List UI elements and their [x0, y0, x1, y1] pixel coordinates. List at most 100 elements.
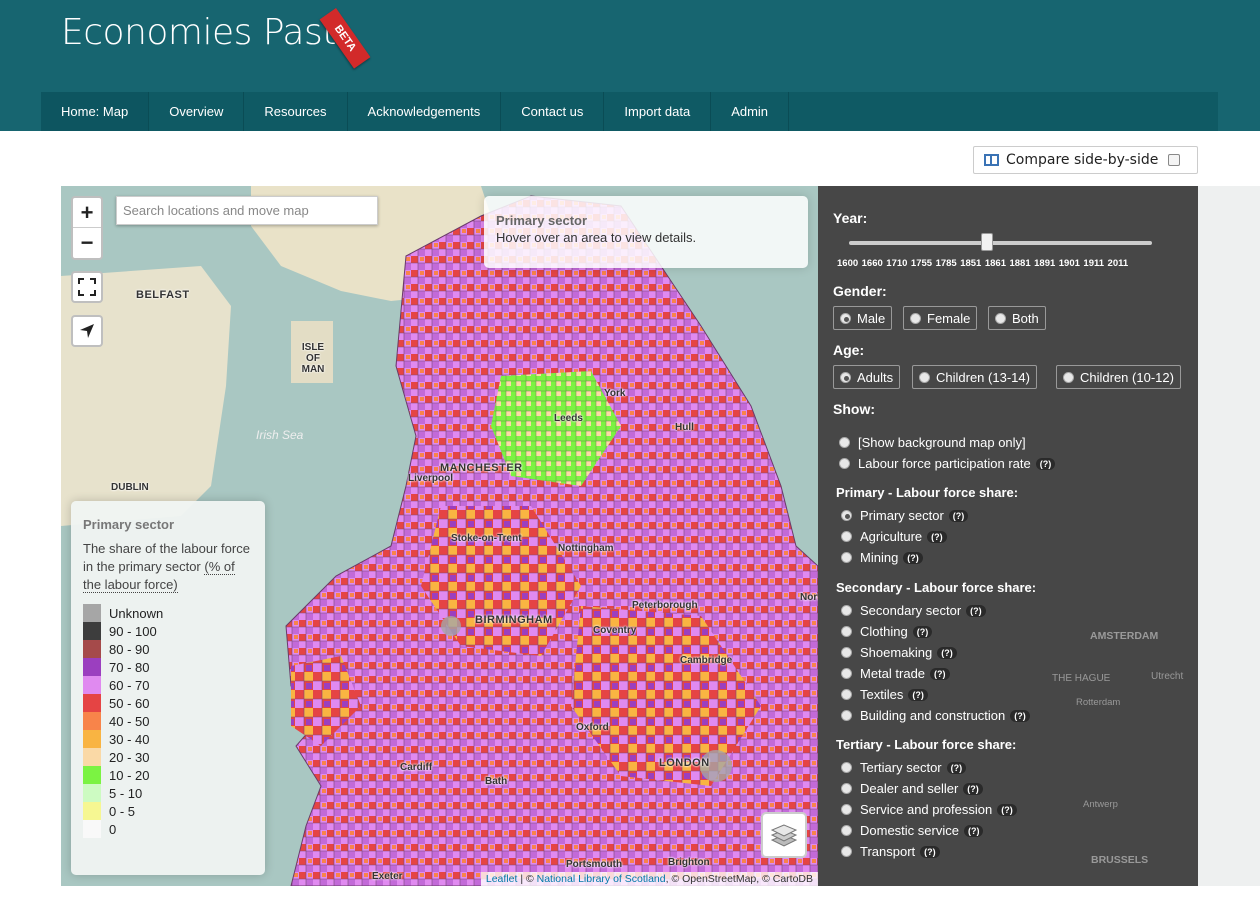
year-tick-label[interactable]: 1785: [936, 258, 957, 269]
participation-rate-option[interactable]: Labour force participation rate (?): [839, 456, 1056, 471]
tertiary-radio[interactable]: [841, 762, 852, 773]
help-icon[interactable]: (?): [912, 625, 933, 638]
tertiary-option[interactable]: Domestic service (?): [841, 823, 984, 838]
layers-button[interactable]: [761, 812, 807, 858]
age-children-10-12-radio[interactable]: [1063, 371, 1074, 383]
help-icon[interactable]: (?): [963, 782, 983, 795]
nav-resources[interactable]: Resources: [244, 92, 348, 131]
tertiary-option[interactable]: Service and profession (?): [841, 802, 1017, 817]
map-view[interactable]: BELFAST ISLE OF MAN Irish Sea DUBLIN Yor…: [61, 186, 818, 886]
tertiary-radio[interactable]: [841, 804, 852, 815]
controls-panel: Year: 1600 1660 1710 1755 1785 1851 1861 1881 18…: [818, 186, 1198, 886]
locate-button[interactable]: [71, 315, 103, 347]
help-icon[interactable]: (?): [920, 845, 940, 858]
secondary-radio[interactable]: [841, 605, 852, 616]
legend-item: Unknown: [83, 604, 253, 622]
location-search-input[interactable]: Search locations and move map: [116, 196, 378, 225]
tertiary-radio[interactable]: [841, 783, 852, 794]
participation-rate-radio[interactable]: [839, 458, 850, 469]
year-tick-label[interactable]: 1881: [1009, 258, 1030, 269]
zoom-in-button[interactable]: +: [73, 198, 101, 228]
secondary-option[interactable]: Clothing (?): [841, 624, 933, 639]
help-icon[interactable]: (?): [997, 803, 1017, 816]
primary-option[interactable]: Mining (?): [841, 550, 923, 565]
primary-radio[interactable]: [841, 510, 852, 521]
secondary-radio[interactable]: [841, 647, 852, 658]
secondary-option[interactable]: Metal trade (?): [841, 666, 950, 681]
tertiary-radio[interactable]: [841, 825, 852, 836]
compare-side-by-side-toggle[interactable]: Compare side-by-side: [973, 146, 1198, 174]
tertiary-radio[interactable]: [841, 846, 852, 857]
gender-male-option[interactable]: Male: [833, 306, 893, 330]
help-icon[interactable]: (?): [948, 509, 969, 522]
nav-admin[interactable]: Admin: [711, 92, 790, 131]
place-label-utrecht: Utrecht: [1151, 671, 1184, 682]
secondary-option[interactable]: Building and construction (?): [841, 708, 1030, 723]
gender-male-radio[interactable]: [840, 312, 851, 324]
year-slider-track[interactable]: [849, 241, 1152, 245]
compare-checkbox[interactable]: [1168, 154, 1181, 166]
fullscreen-button[interactable]: [71, 271, 103, 303]
help-icon[interactable]: (?): [966, 604, 986, 617]
primary-option[interactable]: Agriculture (?): [841, 529, 947, 544]
tertiary-option[interactable]: Tertiary sector (?): [841, 760, 967, 775]
help-icon[interactable]: (?): [930, 667, 950, 680]
place-label-york: York: [604, 388, 626, 399]
year-tick-label[interactable]: 1861: [985, 258, 1006, 269]
secondary-radio[interactable]: [841, 668, 852, 679]
secondary-radio[interactable]: [841, 710, 852, 721]
help-icon[interactable]: (?): [1035, 457, 1056, 470]
year-tick-label[interactable]: 1660: [862, 258, 883, 269]
nav-contact-us[interactable]: Contact us: [501, 92, 605, 131]
gender-both-radio[interactable]: [995, 312, 1006, 324]
gender-both-option[interactable]: Both: [988, 306, 1046, 330]
age-adults-radio[interactable]: [840, 371, 851, 383]
leaflet-link[interactable]: Leaflet: [486, 873, 518, 885]
show-background-only-radio[interactable]: [839, 437, 850, 448]
zoom-out-button[interactable]: −: [73, 228, 101, 258]
secondary-radio[interactable]: [841, 689, 852, 700]
help-icon[interactable]: (?): [963, 824, 984, 837]
nls-link[interactable]: National Library of Scotland: [537, 873, 666, 885]
year-tick-label[interactable]: 1851: [960, 258, 981, 269]
legend-items: Unknown 90 - 100 80 - 90 70 - 80 60 - 70 50 -…: [83, 604, 253, 838]
year-slider-handle[interactable]: [981, 233, 993, 251]
help-icon[interactable]: (?): [927, 530, 947, 543]
tertiary-option[interactable]: Transport (?): [841, 844, 940, 859]
age-children-13-14-option[interactable]: Children (13-14): [912, 365, 1037, 389]
nav-acknowledgements[interactable]: Acknowledgements: [348, 92, 502, 131]
gender-female-option[interactable]: Female: [903, 306, 978, 330]
show-background-only-option[interactable]: [Show background map only]: [839, 435, 1026, 450]
legend-item: 60 - 70: [83, 676, 253, 694]
help-icon[interactable]: (?): [903, 551, 923, 564]
year-tick-label[interactable]: 2011: [1108, 258, 1129, 269]
secondary-radio[interactable]: [841, 626, 852, 637]
primary-option[interactable]: Primary sector (?): [841, 508, 969, 523]
help-icon[interactable]: (?): [1010, 709, 1030, 722]
gender-female-radio[interactable]: [910, 312, 921, 324]
age-children-13-14-radio[interactable]: [919, 371, 930, 383]
tertiary-option[interactable]: Dealer and seller (?): [841, 781, 983, 796]
year-tick-label[interactable]: 1710: [886, 258, 907, 269]
year-tick-label[interactable]: 1911: [1083, 258, 1104, 269]
nav-import-data[interactable]: Import data: [604, 92, 712, 131]
nav-home-map[interactable]: Home: Map: [41, 92, 150, 131]
primary-radio[interactable]: [841, 531, 852, 542]
primary-radio[interactable]: [841, 552, 852, 563]
secondary-option[interactable]: Textiles (?): [841, 687, 928, 702]
year-tick-label[interactable]: 1891: [1034, 258, 1055, 269]
secondary-option[interactable]: Shoemaking (?): [841, 645, 957, 660]
year-tick-label[interactable]: 1600: [837, 258, 858, 269]
secondary-option[interactable]: Secondary sector (?): [841, 603, 986, 618]
place-label-portsmouth: Portsmouth: [566, 859, 623, 870]
year-tick-label[interactable]: 1755: [911, 258, 932, 269]
nav-overview[interactable]: Overview: [149, 92, 245, 131]
help-icon[interactable]: (?): [937, 646, 957, 659]
year-tick-label[interactable]: 1901: [1059, 258, 1080, 269]
info-text: Hover over an area to view details.: [496, 230, 697, 245]
age-adults-option[interactable]: Adults: [833, 365, 901, 389]
help-icon[interactable]: (?): [946, 761, 967, 774]
site-title[interactable]: Economies Past: [61, 12, 336, 53]
age-children-10-12-option[interactable]: Children (10-12): [1056, 365, 1181, 389]
help-icon[interactable]: (?): [908, 688, 928, 701]
